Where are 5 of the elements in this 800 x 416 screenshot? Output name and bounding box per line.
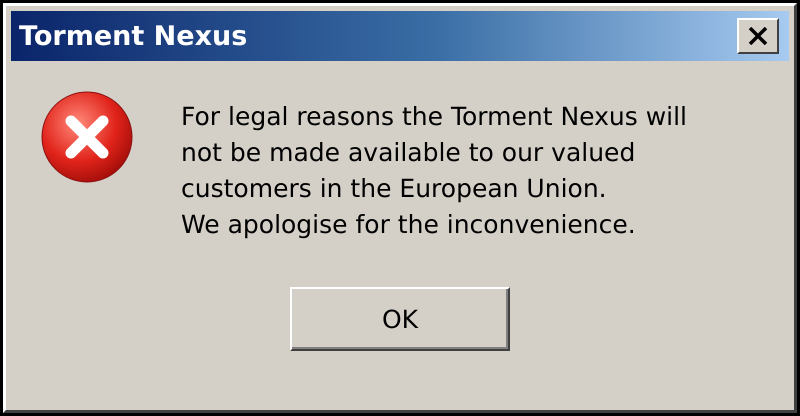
error-message: For legal reasons the Torment Nexus will not be made available to our valued customers in the European Union. We apologise for the inconvenience.	[181, 101, 687, 241]
close-button[interactable]	[737, 18, 779, 54]
window-title: Torment Nexus	[19, 20, 248, 52]
ok-button[interactable]: OK	[290, 287, 510, 351]
close-icon	[748, 27, 768, 45]
